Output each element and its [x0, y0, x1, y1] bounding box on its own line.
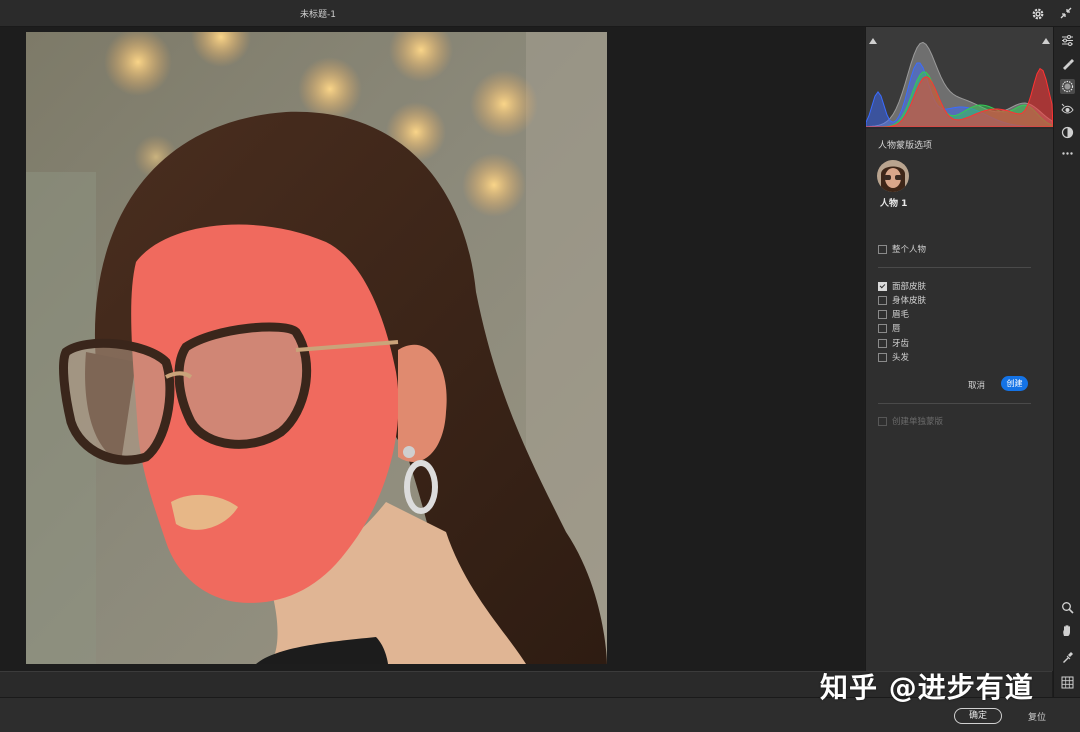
healing-brush-icon[interactable] [1060, 56, 1075, 71]
grid-icon[interactable] [1060, 675, 1075, 690]
red-eye-icon[interactable] [1060, 102, 1075, 117]
body-skin-checkbox[interactable] [878, 295, 887, 305]
eyebrows-checkbox[interactable] [878, 309, 887, 319]
edit-sliders-icon[interactable] [1060, 33, 1075, 48]
tool-strip [1053, 27, 1080, 697]
teeth-label: 牙齿 [892, 339, 910, 349]
reset-button[interactable]: 复位 [1028, 710, 1046, 723]
title-bar: 未标题-1 [0, 0, 1080, 27]
part-option-teeth[interactable]: 牙齿 [878, 337, 909, 349]
people-mask-options-title: 人物蒙版选项 [878, 141, 933, 151]
part-option-body-skin[interactable]: 身体皮肤 [878, 294, 926, 306]
collapse-icon[interactable] [1058, 5, 1074, 21]
presets-icon[interactable] [1060, 125, 1075, 140]
sampler-icon[interactable] [1060, 650, 1075, 665]
right-panel: 人物蒙版选项 人物 1 整个人物 面部皮肤 身体皮肤 眉毛 唇 牙齿 头发 取消… [865, 27, 1054, 671]
divider [878, 403, 1031, 404]
teeth-checkbox[interactable] [878, 338, 887, 348]
part-option-hair[interactable]: 头发 [878, 351, 909, 363]
hair-checkbox[interactable] [878, 352, 887, 362]
hair-label: 头发 [892, 353, 910, 363]
shadow-clipping-icon[interactable] [869, 29, 877, 44]
separate-masks-label: 创建单独蒙版 [892, 417, 944, 427]
separate-masks-option: 创建单独蒙版 [878, 415, 943, 427]
whole-person-option[interactable]: 整个人物 [878, 243, 926, 255]
whole-person-label: 整个人物 [892, 245, 927, 255]
histogram [865, 27, 1054, 128]
facial-skin-label: 面部皮肤 [892, 282, 927, 292]
canvas-area[interactable] [0, 27, 864, 671]
part-option-lips[interactable]: 唇 [878, 322, 901, 334]
create-button[interactable]: 创建 [1001, 376, 1028, 391]
divider [878, 267, 1031, 268]
lips-checkbox[interactable] [878, 323, 887, 333]
watermark: 知乎 @进步有道 [820, 671, 1034, 704]
histogram-divider [866, 127, 1053, 129]
zoom-icon[interactable] [1060, 600, 1075, 615]
cancel-button[interactable]: 取消 [968, 379, 985, 391]
mask-icon[interactable] [1060, 79, 1075, 94]
part-option-facial-skin[interactable]: 面部皮肤 [878, 280, 926, 292]
eyebrows-label: 眉毛 [892, 310, 910, 320]
body-skin-label: 身体皮肤 [892, 296, 927, 306]
person-thumbnail[interactable] [877, 160, 909, 192]
photo-preview[interactable] [26, 32, 607, 664]
highlight-clipping-icon[interactable] [1042, 29, 1050, 44]
document-title: 未标题-1 [300, 10, 336, 20]
lips-label: 唇 [892, 324, 901, 334]
part-option-eyebrows[interactable]: 眉毛 [878, 308, 909, 320]
more-icon[interactable] [1060, 146, 1075, 161]
separate-masks-checkbox [878, 416, 887, 426]
facial-skin-checkbox[interactable] [878, 281, 887, 291]
ok-button[interactable]: 确定 [954, 708, 1002, 724]
gear-icon[interactable] [1031, 6, 1045, 20]
hand-icon[interactable] [1060, 623, 1075, 638]
person-label: 人物 1 [880, 199, 908, 209]
whole-person-checkbox[interactable] [878, 244, 887, 254]
